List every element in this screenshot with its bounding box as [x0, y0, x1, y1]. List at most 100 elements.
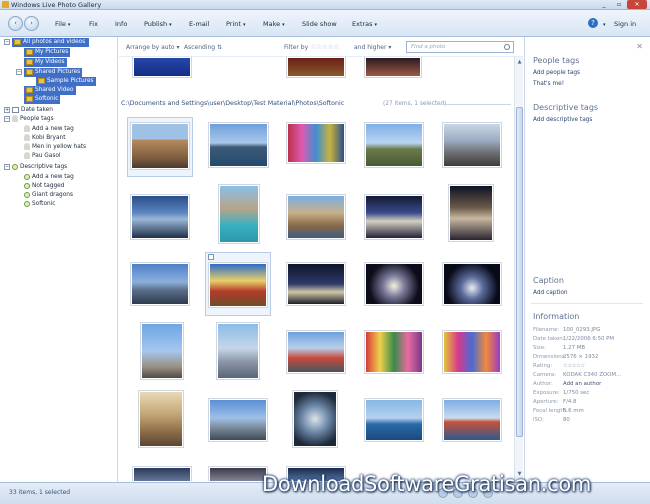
tree-shared-video[interactable]: Shared Video — [24, 86, 76, 95]
tree-all-photos[interactable]: All photos and videos — [12, 38, 89, 47]
collapse-icon[interactable]: − — [4, 116, 10, 122]
tree-person-tag[interactable]: Pau Gasol — [24, 152, 61, 161]
tree-tag[interactable]: Giant dragons — [24, 191, 73, 200]
tree-my-videos[interactable]: My Videos — [24, 58, 67, 67]
folder-icon — [26, 86, 33, 93]
scrollbar-thumb[interactable] — [516, 107, 523, 437]
thats-me-link[interactable]: That's me! — [533, 81, 564, 87]
tree-sample-pictures[interactable]: Sample Pictures — [36, 77, 96, 86]
sign-in-link[interactable]: Sign in — [614, 20, 636, 28]
menu-publish[interactable]: Publish ▾ — [144, 20, 172, 28]
photo-thumbnail[interactable] — [365, 123, 423, 167]
expand-icon[interactable]: + — [4, 107, 10, 113]
photo-thumbnail[interactable] — [287, 195, 345, 239]
tree-person-tag[interactable]: Kobi Bryant — [24, 134, 65, 143]
tag-icon — [12, 163, 18, 170]
add-people-tags-link[interactable]: Add people tags — [533, 70, 580, 76]
photo-thumbnail[interactable] — [209, 399, 267, 441]
photo-thumbnail[interactable] — [209, 123, 268, 167]
sort-order-toggle[interactable]: Ascending ⇅ — [184, 44, 222, 51]
menu-fix[interactable]: Fix — [89, 20, 98, 28]
tree-date-taken[interactable]: Date taken — [12, 106, 53, 115]
photo-thumbnail[interactable] — [287, 331, 345, 373]
arrange-by-dropdown[interactable]: Arrange by auto ▾ — [126, 44, 180, 51]
add-author-link[interactable]: Add an author — [563, 381, 601, 387]
photo-thumbnail[interactable] — [365, 263, 423, 305]
add-caption-link[interactable]: Add caption — [533, 290, 568, 296]
rating-stars[interactable]: ☆☆☆☆☆ — [563, 363, 585, 369]
photo-thumbnail[interactable] — [287, 123, 345, 163]
information-heading: Information — [533, 312, 580, 321]
search-field[interactable]: Find a photo — [406, 41, 514, 53]
folder-icon — [26, 48, 33, 55]
add-descriptive-tags-link[interactable]: Add descriptive tags — [533, 117, 592, 123]
tree-my-pictures[interactable]: My Pictures — [24, 48, 71, 57]
photo-thumbnail[interactable] — [209, 263, 267, 307]
photo-thumbnail[interactable] — [133, 57, 191, 77]
photo-thumbnail[interactable] — [293, 391, 337, 447]
photo-thumbnail[interactable] — [443, 123, 501, 167]
photo-thumbnail[interactable] — [133, 467, 191, 481]
close-icon[interactable]: ✕ — [627, 0, 647, 9]
menu-extras[interactable]: Extras ▾ — [352, 20, 377, 28]
scroll-up-icon[interactable]: ▲ — [516, 59, 523, 66]
minimize-icon[interactable]: _ — [597, 0, 611, 9]
collapse-icon[interactable]: − — [4, 164, 10, 170]
photo-thumbnail[interactable] — [365, 195, 423, 239]
tree-shared-pictures[interactable]: Shared Pictures — [24, 68, 83, 77]
photo-thumbnail[interactable] — [365, 57, 421, 77]
tree-add-people-tag[interactable]: Add a new tag — [24, 125, 74, 134]
search-icon[interactable] — [504, 44, 510, 50]
rating-filter-stars[interactable]: ☆☆☆☆☆ — [310, 43, 339, 51]
vertical-scrollbar[interactable]: ▲ ▼ — [514, 57, 523, 481]
photo-thumbnail[interactable] — [139, 391, 183, 447]
photo-thumbnail[interactable] — [219, 185, 259, 243]
folder-path-header[interactable]: C:\Documents and Settings\user\Desktop\T… — [121, 100, 344, 107]
photo-thumbnail[interactable] — [287, 263, 345, 305]
tree-not-tagged[interactable]: Not tagged — [24, 182, 64, 191]
tree-tag[interactable]: Softonic — [24, 200, 55, 209]
photo-thumbnail[interactable] — [209, 467, 267, 481]
photo-thumbnail[interactable] — [287, 57, 345, 77]
photo-thumbnail[interactable] — [443, 331, 501, 373]
collapse-icon[interactable]: − — [4, 39, 10, 45]
menu-info[interactable]: Info — [115, 20, 127, 28]
gallery-toolbar: Arrange by auto ▾ Ascending ⇅ Filter by … — [119, 37, 523, 57]
tree-add-descriptive-tag[interactable]: Add a new tag — [24, 173, 74, 182]
info-author: Author: Add an author — [533, 381, 602, 387]
photo-thumbnail[interactable] — [365, 331, 423, 373]
help-dropdown-icon[interactable]: ▾ — [601, 20, 606, 28]
photo-thumbnail[interactable] — [443, 263, 501, 305]
photo-thumbnail[interactable] — [131, 123, 189, 169]
photo-thumbnail[interactable] — [131, 263, 189, 305]
forward-button[interactable]: › — [24, 16, 39, 31]
info-pane: ✕ People tags Add people tags That's me!… — [524, 37, 650, 482]
menu-email[interactable]: E-mail — [189, 20, 209, 28]
close-pane-icon[interactable]: ✕ — [636, 42, 643, 51]
and-higher-dropdown[interactable]: and higher ▾ — [354, 44, 391, 51]
menu-slide-show[interactable]: Slide show — [302, 20, 337, 28]
collapse-icon[interactable]: − — [16, 69, 22, 75]
tree-person-tag[interactable]: Men in yellow hats — [24, 143, 86, 152]
photo-thumbnail[interactable] — [365, 399, 423, 441]
tag-icon — [24, 182, 30, 189]
menu-file[interactable]: File ▾ — [55, 20, 70, 28]
maximize-icon[interactable]: ▫ — [612, 0, 626, 9]
photo-thumbnail[interactable] — [217, 323, 259, 379]
photo-thumbnail[interactable] — [131, 195, 189, 239]
tree-descriptive-tags[interactable]: Descriptive tags — [12, 163, 67, 172]
tag-icon — [24, 200, 30, 207]
menu-print[interactable]: Print ▾ — [226, 20, 245, 28]
status-text: 33 items, 1 selected — [9, 489, 71, 496]
photo-thumbnail[interactable] — [141, 323, 183, 379]
selection-checkbox[interactable] — [208, 254, 214, 260]
back-button[interactable]: ‹ — [8, 16, 23, 31]
watermark-text: DownloadSoftwareGratisan.com — [262, 472, 592, 496]
tree-people-tags[interactable]: People tags — [12, 115, 54, 124]
photo-thumbnail[interactable] — [443, 399, 501, 441]
help-icon[interactable]: ? — [588, 18, 598, 28]
menu-make[interactable]: Make ▾ — [263, 20, 285, 28]
photo-thumbnail[interactable] — [449, 185, 493, 241]
add-person-icon — [24, 125, 30, 132]
tree-softonic-folder[interactable]: Softonic — [24, 95, 61, 104]
